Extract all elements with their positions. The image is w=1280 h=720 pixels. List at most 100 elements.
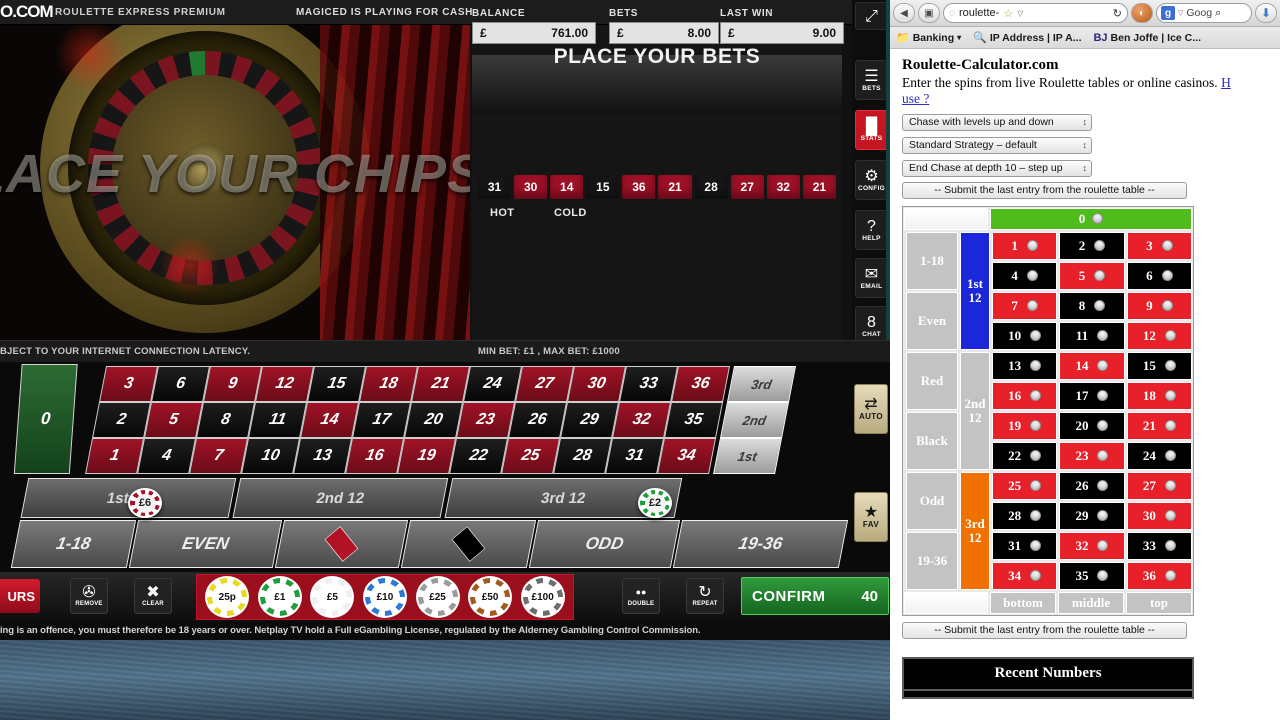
- radio-dot[interactable]: [1097, 510, 1108, 521]
- radio-dot[interactable]: [1165, 540, 1176, 551]
- column-bet-1st[interactable]: 1st: [713, 438, 782, 474]
- calc-number-10[interactable]: 10: [992, 322, 1057, 350]
- radio-dot[interactable]: [1097, 480, 1108, 491]
- radio-dot[interactable]: [1097, 330, 1108, 341]
- chip-denomination-50[interactable]: £50: [468, 576, 512, 618]
- submit-entry-button-bottom[interactable]: -- Submit the last entry from the roulet…: [902, 622, 1187, 639]
- select-end-chase[interactable]: End Chase at depth 10 – step up: [902, 160, 1092, 177]
- calc-number-19[interactable]: 19: [992, 412, 1057, 440]
- select-chase-mode[interactable]: Chase with levels up and down: [902, 114, 1092, 131]
- calc-number-4[interactable]: 4: [992, 262, 1057, 290]
- bet-cell-13[interactable]: 13: [293, 438, 352, 474]
- bet-cell-24[interactable]: 24: [463, 366, 522, 402]
- calc-number-22[interactable]: 22: [992, 442, 1057, 470]
- placed-chip[interactable]: £2: [638, 488, 672, 518]
- stumble-icon[interactable]: ◐: [1131, 3, 1153, 23]
- calc-number-21[interactable]: 21: [1127, 412, 1192, 440]
- double-button[interactable]: ●● DOUBLE: [622, 578, 660, 614]
- calc-dozen-1[interactable]: 1st 12: [960, 232, 990, 350]
- bet-cell-26[interactable]: 26: [508, 402, 567, 438]
- site-identity-icon[interactable]: ▣: [918, 3, 940, 23]
- column-bet-2nd[interactable]: 2nd: [720, 402, 789, 438]
- radio-dot[interactable]: [1165, 480, 1176, 491]
- dozen-bet-2[interactable]: 2nd 12: [232, 478, 448, 518]
- calc-number-35[interactable]: 35: [1059, 562, 1124, 590]
- chevron-down-icon[interactable]: ▽: [1178, 9, 1183, 17]
- calc-dozen-3[interactable]: 3rd 12: [960, 472, 990, 590]
- radio-dot[interactable]: [1165, 570, 1176, 581]
- bet-cell-16[interactable]: 16: [345, 438, 404, 474]
- bet-cell-31[interactable]: 31: [605, 438, 664, 474]
- radio-dot[interactable]: [1030, 330, 1041, 341]
- search-input[interactable]: Goog: [1186, 7, 1212, 19]
- back-icon[interactable]: ◀: [893, 3, 915, 23]
- radio-dot[interactable]: [1030, 510, 1041, 521]
- calc-number-8[interactable]: 8: [1059, 292, 1124, 320]
- submit-entry-button-top[interactable]: -- Submit the last entry from the roulet…: [902, 182, 1187, 199]
- calc-outside-1-18[interactable]: 1-18: [906, 232, 958, 290]
- calc-number-5[interactable]: 5: [1059, 262, 1124, 290]
- bet-cell-10[interactable]: 10: [241, 438, 300, 474]
- radio-dot[interactable]: [1092, 213, 1103, 224]
- placed-chip[interactable]: £6: [128, 488, 162, 518]
- bet-cell-12[interactable]: 12: [255, 366, 314, 402]
- radio-dot[interactable]: [1094, 240, 1105, 251]
- calc-number-24[interactable]: 24: [1127, 442, 1192, 470]
- hours-button[interactable]: URS: [0, 579, 40, 613]
- calc-number-1[interactable]: 1: [992, 232, 1057, 260]
- outside-bet-odd[interactable]: ODD: [529, 520, 680, 568]
- chip-denomination-1[interactable]: £1: [258, 576, 302, 618]
- calc-number-11[interactable]: 11: [1059, 322, 1124, 350]
- radio-dot[interactable]: [1162, 300, 1173, 311]
- bet-cell-1[interactable]: 1: [85, 438, 144, 474]
- downloads-icon[interactable]: ⬇: [1255, 3, 1277, 23]
- bet-cell-6[interactable]: 6: [151, 366, 210, 402]
- bet-cell-7[interactable]: 7: [189, 438, 248, 474]
- bookmark-ip[interactable]: 🔍 IP Address | IP A...: [973, 31, 1081, 44]
- stats-button[interactable]: █ STATS: [855, 110, 888, 150]
- calc-number-20[interactable]: 20: [1059, 412, 1124, 440]
- radio-dot[interactable]: [1165, 390, 1176, 401]
- calc-number-3[interactable]: 3: [1127, 232, 1192, 260]
- select-strategy[interactable]: Standard Strategy – default: [902, 137, 1092, 154]
- repeat-button[interactable]: ↻ REPEAT: [686, 578, 724, 614]
- calc-number-33[interactable]: 33: [1127, 532, 1192, 560]
- outside-bet-1-18[interactable]: 1-18: [11, 520, 136, 568]
- chip-denomination-25p[interactable]: 25p: [205, 576, 249, 618]
- chevron-down-icon[interactable]: ▽: [1017, 9, 1023, 18]
- search-bar[interactable]: g ▽ Goog ⌕: [1156, 3, 1252, 23]
- radio-dot[interactable]: [1165, 420, 1176, 431]
- calc-number-36[interactable]: 36: [1127, 562, 1192, 590]
- auto-button[interactable]: ⇄ AUTO: [854, 384, 888, 434]
- bet-cell-4[interactable]: 4: [137, 438, 196, 474]
- bet-cell-19[interactable]: 19: [397, 438, 456, 474]
- radio-dot[interactable]: [1097, 390, 1108, 401]
- calc-number-12[interactable]: 12: [1127, 322, 1192, 350]
- calc-zero-cell[interactable]: 0: [990, 208, 1192, 230]
- calc-outside-19-36[interactable]: 19-36: [906, 532, 958, 590]
- bet-cell-3[interactable]: 3: [99, 366, 158, 402]
- calc-number-14[interactable]: 14: [1059, 352, 1124, 380]
- calc-number-31[interactable]: 31: [992, 532, 1057, 560]
- radio-dot[interactable]: [1030, 390, 1041, 401]
- chip-tray[interactable]: 25p £1 £5 £10 £25 £50 £100: [196, 574, 574, 620]
- bet-cell-5[interactable]: 5: [144, 402, 203, 438]
- radio-dot[interactable]: [1027, 240, 1038, 251]
- bet-cell-9[interactable]: 9: [203, 366, 262, 402]
- calc-number-34[interactable]: 34: [992, 562, 1057, 590]
- radio-dot[interactable]: [1165, 330, 1176, 341]
- calc-number-26[interactable]: 26: [1059, 472, 1124, 500]
- fav-button[interactable]: ★ FAV: [854, 492, 888, 542]
- chip-denomination-25[interactable]: £25: [416, 576, 460, 618]
- calc-number-23[interactable]: 23: [1059, 442, 1124, 470]
- reload-icon[interactable]: ↻: [1113, 7, 1122, 20]
- email-button[interactable]: ✉ EMAIL: [855, 258, 888, 298]
- calc-number-30[interactable]: 30: [1127, 502, 1192, 530]
- calc-number-6[interactable]: 6: [1127, 262, 1192, 290]
- radio-dot[interactable]: [1030, 420, 1041, 431]
- bet-cell-20[interactable]: 20: [404, 402, 463, 438]
- calc-outside-odd[interactable]: Odd: [906, 472, 958, 530]
- calc-number-16[interactable]: 16: [992, 382, 1057, 410]
- bets-button[interactable]: ☰ BETS: [855, 60, 888, 100]
- chevron-down-icon[interactable]: ▾: [957, 33, 961, 42]
